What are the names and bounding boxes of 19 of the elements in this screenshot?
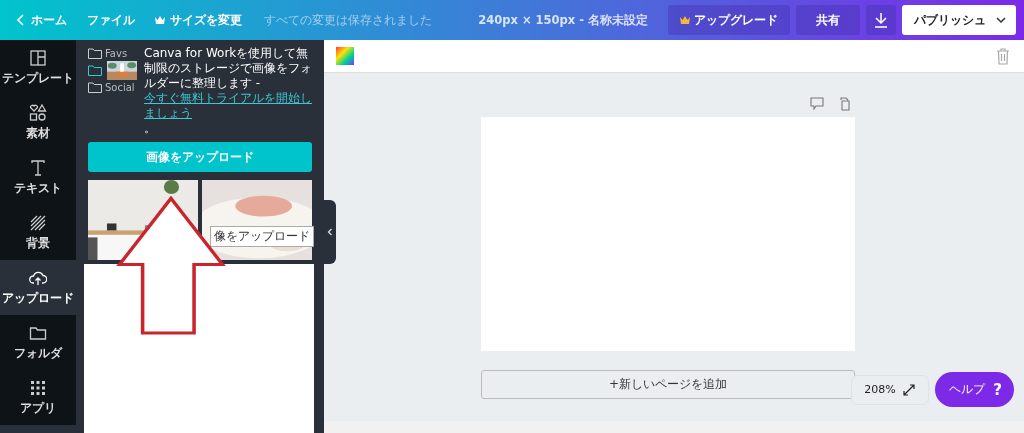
share-button[interactable]: 共有: [796, 5, 860, 35]
sidebar-tab[interactable]: アプリ: [0, 370, 76, 425]
document-info: 240px × 150px - 名称未設定: [478, 12, 648, 28]
help-button[interactable]: ヘルプ ?: [935, 372, 1014, 407]
folder-item[interactable]: Favs: [88, 46, 128, 60]
folder-item[interactable]: Social: [88, 80, 135, 94]
promo-text: Canva for Workを使用して無制限のストレージで画像をフォルダーに整理します - 今すぐ無料トライアルを開始しましょう 。: [144, 46, 312, 136]
trial-link[interactable]: 今すぐ無料トライアルを開始しましょう: [144, 91, 312, 121]
publish-button[interactable]: パブリッシュ: [902, 5, 1016, 35]
upgrade-button[interactable]: アップグレード: [668, 5, 790, 35]
zoom-control[interactable]: 208%: [851, 374, 930, 405]
sidebar-tab[interactable]: 背景: [0, 205, 76, 260]
sidebar-tab[interactable]: テンプレート: [0, 40, 76, 95]
sidebar-tab[interactable]: 素材: [0, 95, 76, 150]
sidebar-tab[interactable]: テキスト: [0, 150, 76, 205]
sidebar-tab[interactable]: フォルダ: [0, 315, 76, 370]
add-page-button[interactable]: +新しいページを追加: [481, 370, 855, 399]
tooltip: 像をアップロード: [210, 226, 314, 247]
save-status: すべての変更は保存されました: [264, 12, 432, 28]
